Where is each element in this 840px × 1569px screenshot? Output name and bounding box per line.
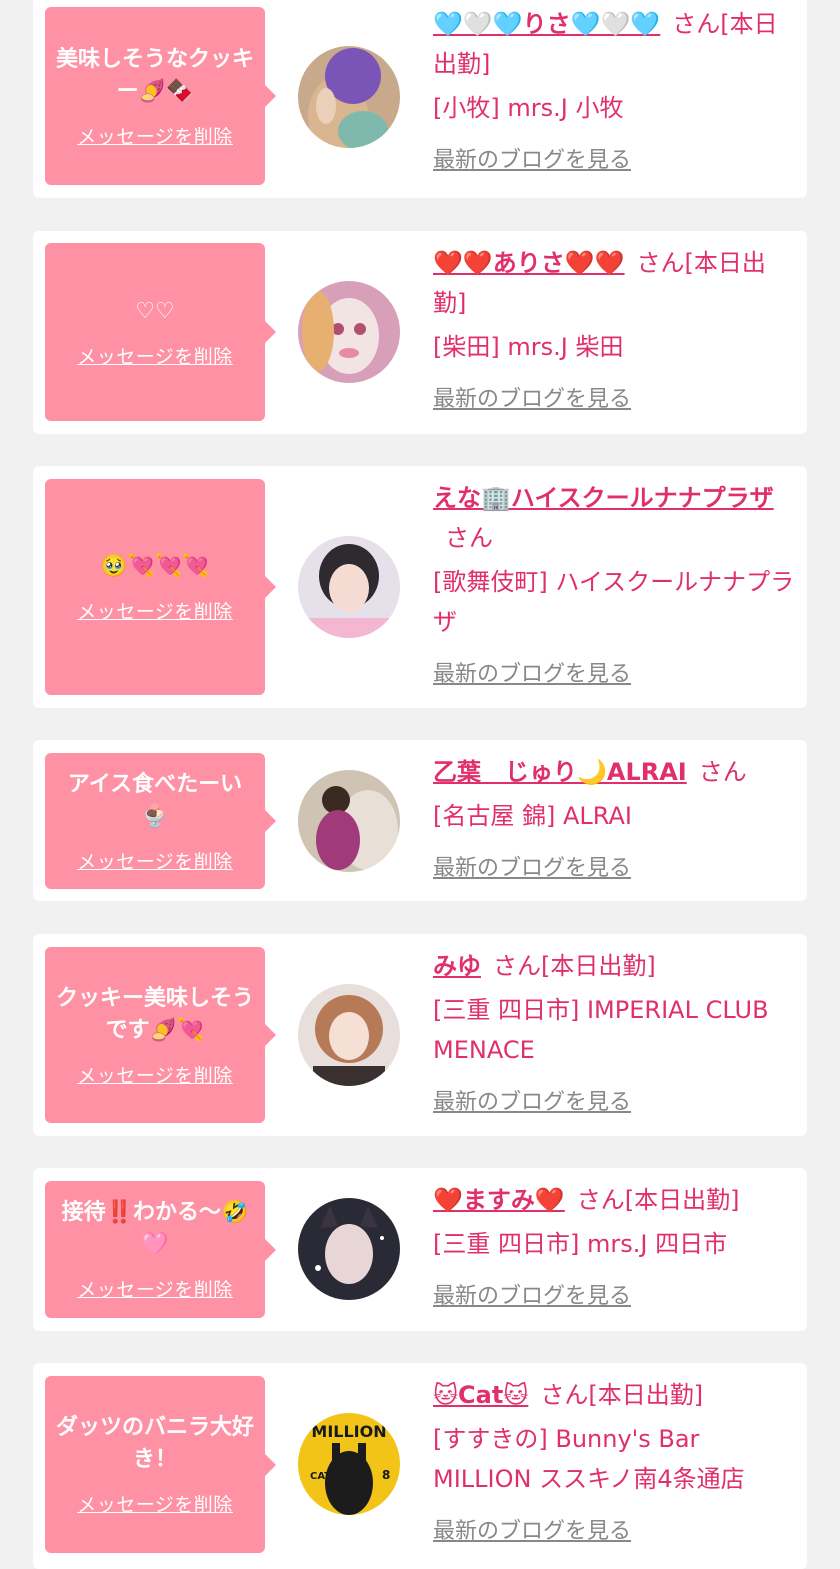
message-bubble: 🥹💘💘💘 メッセージを削除 [45, 479, 265, 695]
avatar[interactable] [298, 536, 400, 638]
shop-name: [名古屋 錦] ALRAI [433, 802, 632, 830]
cast-suffix: さん[本日出勤] [493, 952, 656, 980]
message-text: 接待‼️わかる〜🤣🩷 [61, 1200, 249, 1257]
message-text: 🥹💘💘💘 [100, 553, 210, 579]
favorite-card: 接待‼️わかる〜🤣🩷 メッセージを削除 ❤️ますみ❤️ さん[本日出勤] [三重 … [33, 1168, 807, 1331]
latest-blog-link[interactable]: 最新のブログを見る [433, 850, 631, 882]
cast-suffix: さん [445, 524, 493, 552]
cast-name-link[interactable]: 🐱Cat🐱 [433, 1381, 528, 1409]
latest-blog-link[interactable]: 最新のブログを見る [433, 656, 631, 688]
cast-info: 🐱Cat🐱 さん[本日出勤] [すすきの] Bunny's Bar MILLION… [433, 1375, 799, 1545]
cast-info: みゆ さん[本日出勤] [三重 四日市] IMPERIAL CLUB MENACE… [433, 946, 799, 1116]
latest-blog-link[interactable]: 最新のブログを見る [433, 1084, 631, 1116]
message-bubble: アイス食べたーい🍨 メッセージを削除 [45, 753, 265, 889]
latest-blog-link[interactable]: 最新のブログを見る [433, 1513, 631, 1545]
shop-name: [三重 四日市] IMPERIAL CLUB MENACE [433, 996, 769, 1064]
delete-message-link[interactable]: メッセージを削除 [77, 122, 233, 149]
latest-blog-link[interactable]: 最新のブログを見る [433, 142, 631, 174]
cast-suffix: さん [698, 758, 747, 786]
shop-name: [三重 四日市] mrs.J 四日市 [433, 1230, 728, 1258]
favorite-card: 美味しそうなクッキー🍠🍫 メッセージを削除 🩵🤍🩵りさ🩵🤍🩵 さん[本日出勤] [… [33, 0, 807, 198]
favorite-card: アイス食べたーい🍨 メッセージを削除 乙葉 じゅり🌙ALRAI さん [名古屋 錦… [33, 740, 807, 901]
message-bubble: ダッツのバニラ大好き！ メッセージを削除 [45, 1376, 265, 1553]
shop-name: [すすきの] Bunny's Bar MILLION ススキノ南4条通店 [433, 1425, 745, 1493]
avatar[interactable] [298, 1198, 400, 1300]
favorite-card: ♡♡ メッセージを削除 ❤️❤️ありさ❤️❤️ さん[本日出勤] [柴田] mrs… [33, 231, 807, 434]
cast-suffix: さん[本日出勤] [576, 1186, 740, 1214]
message-text: アイス食べたーい🍨 [67, 771, 243, 829]
message-bubble: クッキー美味しそうです🍠💘 メッセージを削除 [45, 947, 265, 1123]
avatar[interactable] [298, 46, 400, 148]
favorite-card: クッキー美味しそうです🍠💘 メッセージを削除 みゆ さん[本日出勤] [三重 四日… [33, 934, 807, 1136]
cat-badge-number: 8 [382, 1468, 390, 1482]
favorite-card: 🥹💘💘💘 メッセージを削除 えな🏢ハイスクールナナプラザさん [歌舞伎町] ハイ… [33, 466, 807, 708]
cast-name-link[interactable]: みゆ [433, 952, 481, 980]
cat-badge-text: CAT [310, 1471, 331, 1482]
million-badge-text: MILLION [311, 1422, 386, 1441]
cast-info: ❤️❤️ありさ❤️❤️ さん[本日出勤] [柴田] mrs.J 柴田 最新のブログ… [433, 243, 799, 413]
delete-message-link[interactable]: メッセージを削除 [77, 1490, 233, 1517]
message-text: クッキー美味しそうです🍠💘 [55, 985, 254, 1043]
avatar[interactable] [298, 770, 400, 872]
delete-message-link[interactable]: メッセージを削除 [77, 1061, 233, 1088]
avatar[interactable] [298, 281, 400, 383]
delete-message-link[interactable]: メッセージを削除 [77, 597, 233, 624]
cast-name-link[interactable]: 乙葉 じゅり🌙ALRAI [433, 758, 687, 786]
favorite-card: ダッツのバニラ大好き！ メッセージを削除 MILLION CAT 8 🐱Cat🐱… [33, 1363, 807, 1569]
shop-name: [小牧] mrs.J 小牧 [433, 94, 624, 122]
cast-info: 🩵🤍🩵りさ🩵🤍🩵 さん[本日出勤] [小牧] mrs.J 小牧 最新のブログを見る [433, 4, 799, 174]
message-text: ダッツのバニラ大好き！ [55, 1415, 254, 1472]
avatar[interactable]: MILLION CAT 8 [298, 1413, 400, 1515]
message-bubble: ♡♡ メッセージを削除 [45, 243, 265, 421]
cast-info: ❤️ますみ❤️ さん[本日出勤] [三重 四日市] mrs.J 四日市 最新のブロ… [433, 1180, 799, 1310]
shop-name: [歌舞伎町] ハイスクールナナプラザ [433, 568, 795, 636]
message-bubble: 接待‼️わかる〜🤣🩷 メッセージを削除 [45, 1181, 265, 1318]
latest-blog-link[interactable]: 最新のブログを見る [433, 381, 631, 413]
shop-name: [柴田] mrs.J 柴田 [433, 333, 624, 361]
cast-info: 乙葉 じゅり🌙ALRAI さん [名古屋 錦] ALRAI 最新のブログを見る [433, 752, 799, 882]
cast-name-link[interactable]: ❤️❤️ありさ❤️❤️ [433, 249, 625, 277]
cast-suffix: さん[本日出勤] [540, 1381, 704, 1409]
message-bubble: 美味しそうなクッキー🍠🍫 メッセージを削除 [45, 7, 265, 185]
cast-name-link[interactable]: えな🏢ハイスクールナナプラザ [433, 484, 774, 512]
cast-name-link[interactable]: ❤️ますみ❤️ [433, 1186, 565, 1214]
delete-message-link[interactable]: メッセージを削除 [77, 1275, 233, 1302]
message-text: 美味しそうなクッキー🍠🍫 [55, 46, 254, 104]
cast-name-link[interactable]: 🩵🤍🩵りさ🩵🤍🩵 [433, 10, 660, 38]
message-text: ♡♡ [135, 298, 175, 324]
delete-message-link[interactable]: メッセージを削除 [77, 847, 233, 874]
latest-blog-link[interactable]: 最新のブログを見る [433, 1278, 631, 1310]
avatar[interactable] [298, 984, 400, 1086]
delete-message-link[interactable]: メッセージを削除 [77, 342, 233, 369]
cast-info: えな🏢ハイスクールナナプラザさん [歌舞伎町] ハイスクールナナプラザ 最新のブ… [433, 478, 799, 688]
